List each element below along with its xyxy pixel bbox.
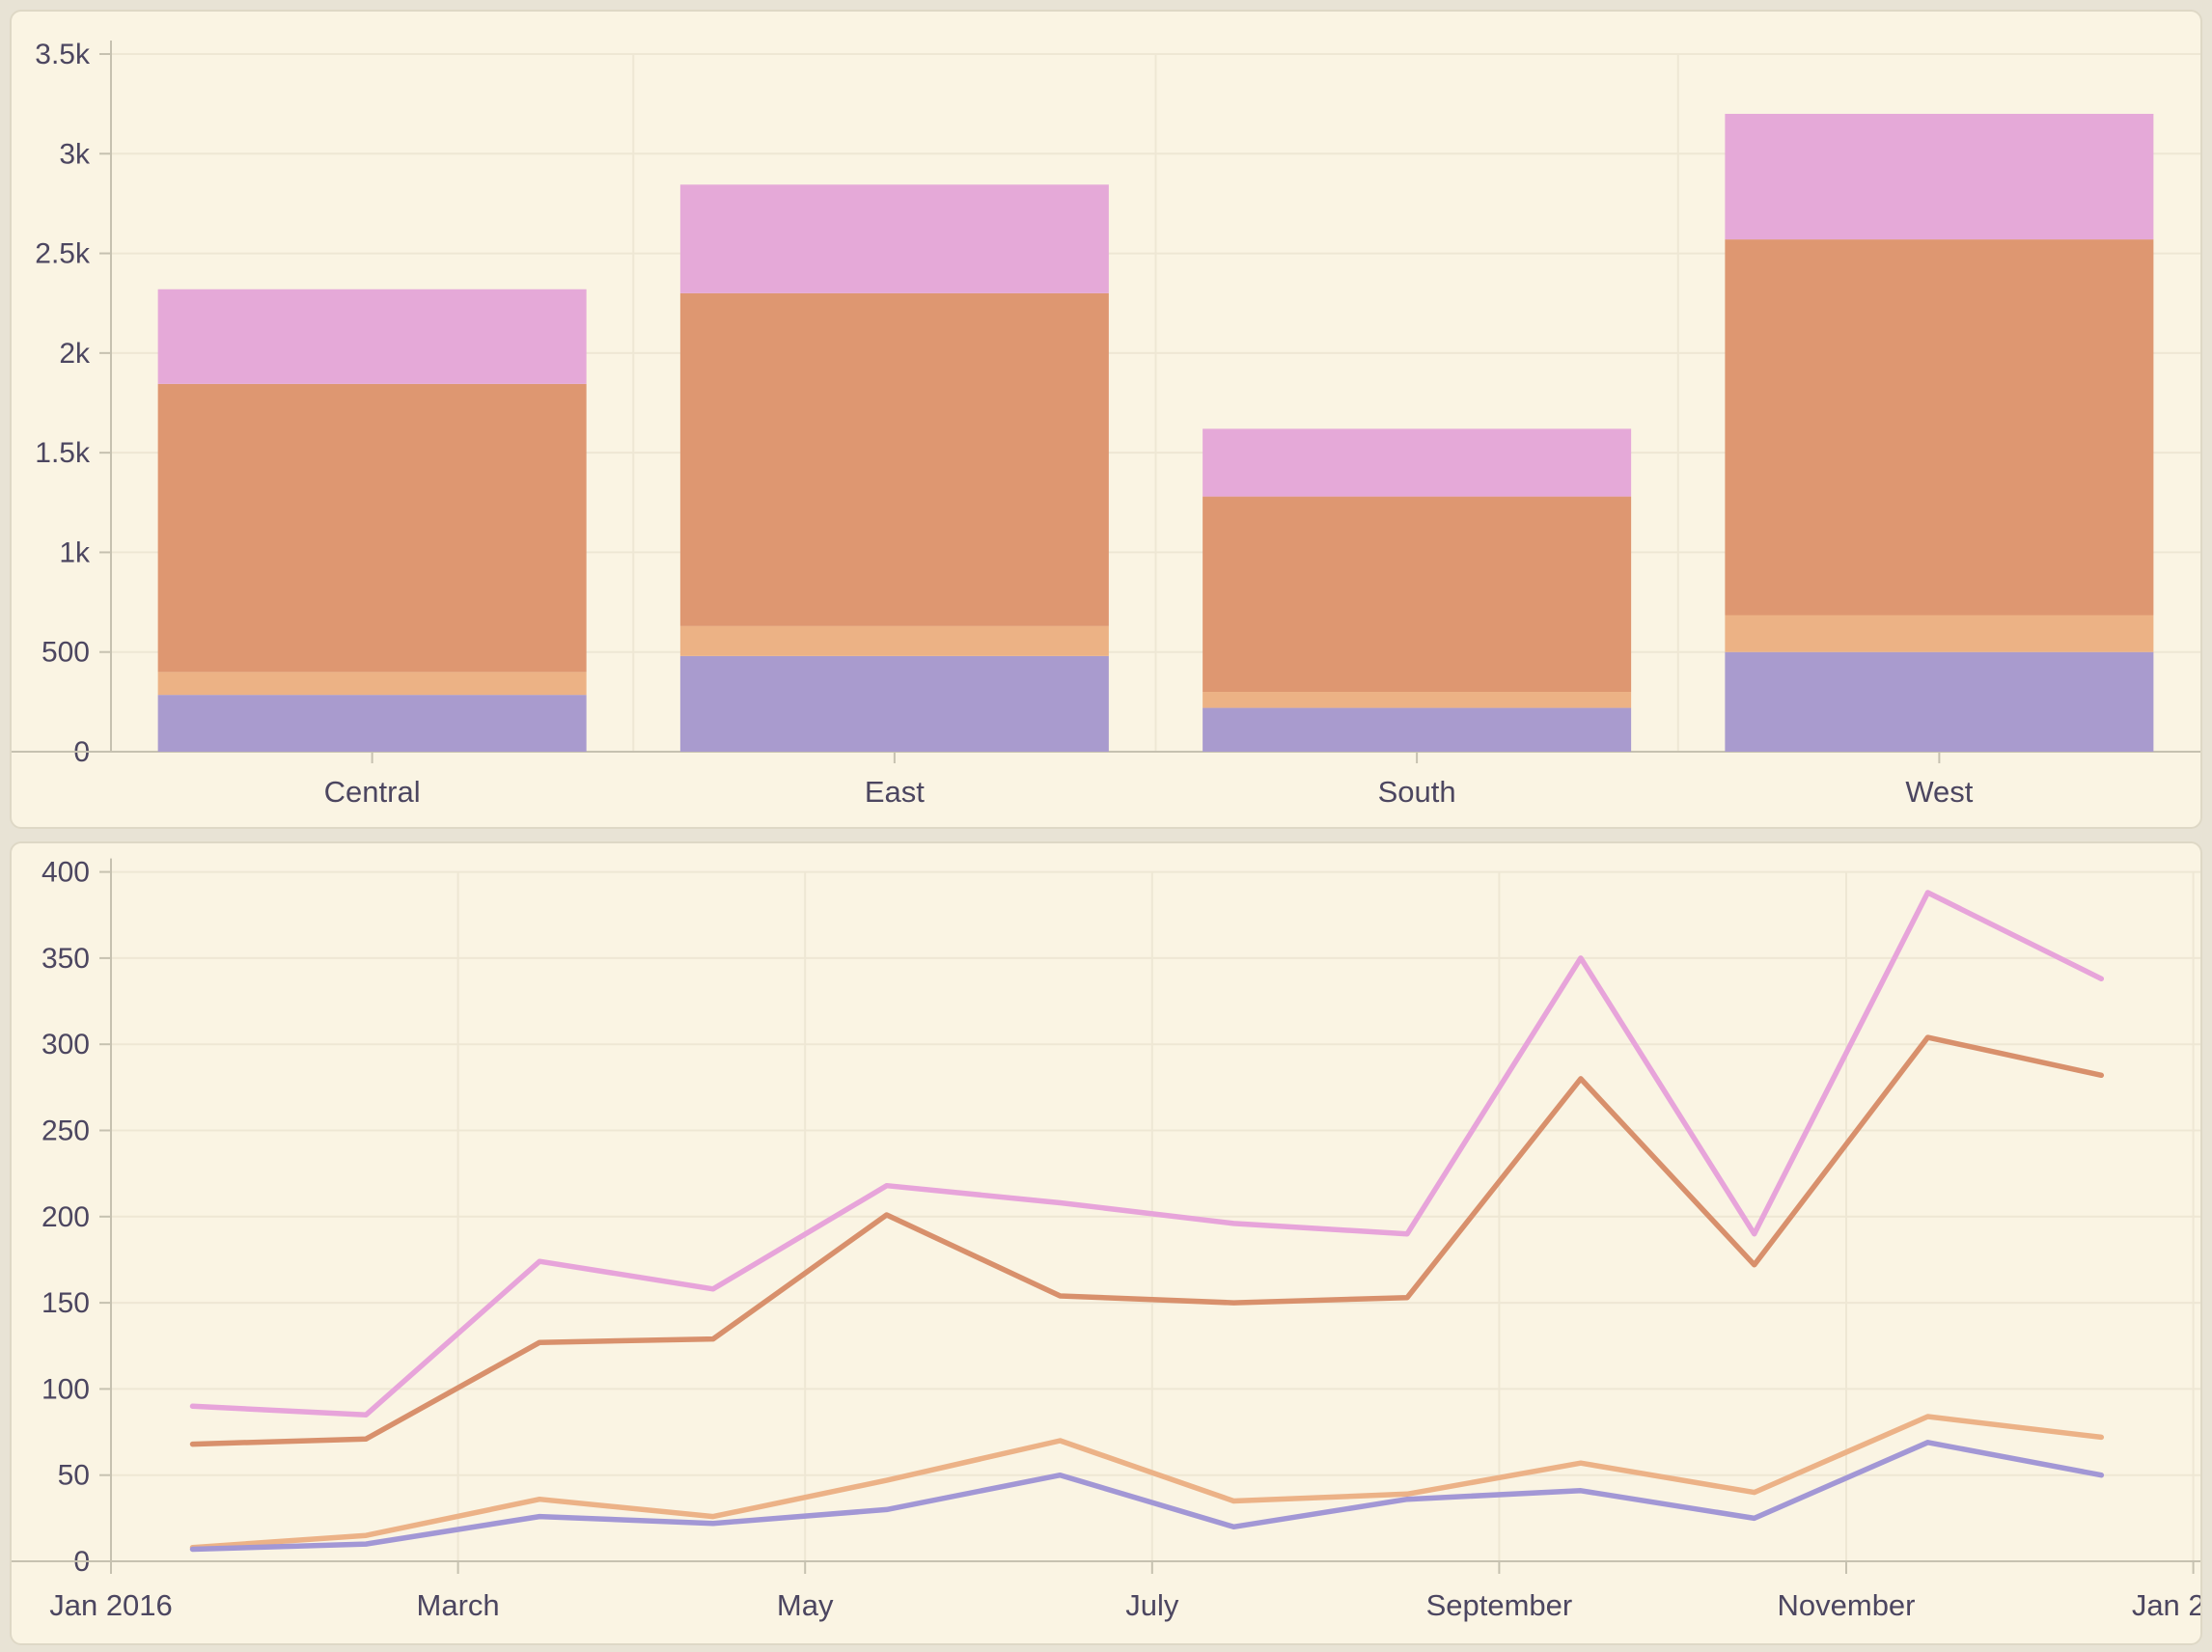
y-tick-label: 500 <box>41 637 90 669</box>
bar-segment-pink-segment-south[interactable] <box>1203 428 1631 496</box>
pink-line[interactable] <box>193 893 2102 1415</box>
x-tick-label: Jan 2017 <box>2132 1588 2200 1622</box>
bar-segment-purple-segment-west[interactable] <box>1725 652 2153 752</box>
y-tick-label: 50 <box>58 1460 90 1492</box>
bar-segment-salmon-segment-west[interactable] <box>1725 239 2153 615</box>
category-label: Central <box>324 775 421 809</box>
bar-segment-purple-segment-central[interactable] <box>158 695 587 752</box>
bar-segment-purple-segment-south[interactable] <box>1203 708 1631 752</box>
stacked-bar-chart-card: 05001k1.5k2k2.5k3k3.5kCentralEastSouthWe… <box>10 10 2202 829</box>
category-label: South <box>1378 775 1456 809</box>
bar-segment-salmon-segment-south[interactable] <box>1203 497 1631 692</box>
category-label: East <box>865 775 925 809</box>
bar-segment-pink-segment-east[interactable] <box>680 184 1109 293</box>
y-tick-label: 100 <box>41 1373 90 1405</box>
x-tick-label: Jan 2016 <box>49 1588 173 1622</box>
bar-segment-pink-segment-west[interactable] <box>1725 114 2153 239</box>
x-tick-label: July <box>1125 1588 1179 1622</box>
category-label: West <box>1905 775 1973 809</box>
x-tick-label: September <box>1426 1588 1573 1622</box>
y-tick-label: 250 <box>41 1115 90 1147</box>
y-tick-label: 400 <box>41 857 90 889</box>
y-tick-label: 150 <box>41 1287 90 1319</box>
y-tick-label: 300 <box>41 1029 90 1060</box>
y-tick-label: 1.5k <box>35 437 91 469</box>
bar-segment-tan-segment-east[interactable] <box>680 626 1109 656</box>
bar-segment-tan-segment-central[interactable] <box>158 672 587 695</box>
purple-line[interactable] <box>193 1443 2102 1550</box>
bar-segment-tan-segment-west[interactable] <box>1725 615 2153 651</box>
x-tick-label: March <box>417 1588 500 1622</box>
bar-segment-purple-segment-east[interactable] <box>680 656 1109 752</box>
y-tick-label: 200 <box>41 1201 90 1233</box>
y-tick-label: 3.5k <box>35 39 91 70</box>
x-tick-label: May <box>777 1588 834 1622</box>
bar-segment-salmon-segment-east[interactable] <box>680 293 1109 626</box>
y-tick-label: 2k <box>59 338 91 370</box>
y-tick-label: 1k <box>59 537 91 568</box>
x-tick-label: November <box>1778 1588 1916 1622</box>
salmon-line[interactable] <box>193 1037 2102 1445</box>
y-tick-label: 2.5k <box>35 238 91 270</box>
line-chart[interactable]: 050100150200250300350400Jan 2016MarchMay… <box>12 843 2200 1643</box>
bar-segment-pink-segment-central[interactable] <box>158 289 587 384</box>
stacked-bar-chart[interactable]: 05001k1.5k2k2.5k3k3.5kCentralEastSouthWe… <box>12 12 2200 827</box>
bar-segment-salmon-segment-central[interactable] <box>158 384 587 672</box>
line-chart-card: 050100150200250300350400Jan 2016MarchMay… <box>10 841 2202 1645</box>
bar-segment-tan-segment-south[interactable] <box>1203 692 1631 708</box>
y-tick-label: 3k <box>59 138 91 170</box>
y-tick-label: 350 <box>41 943 90 975</box>
